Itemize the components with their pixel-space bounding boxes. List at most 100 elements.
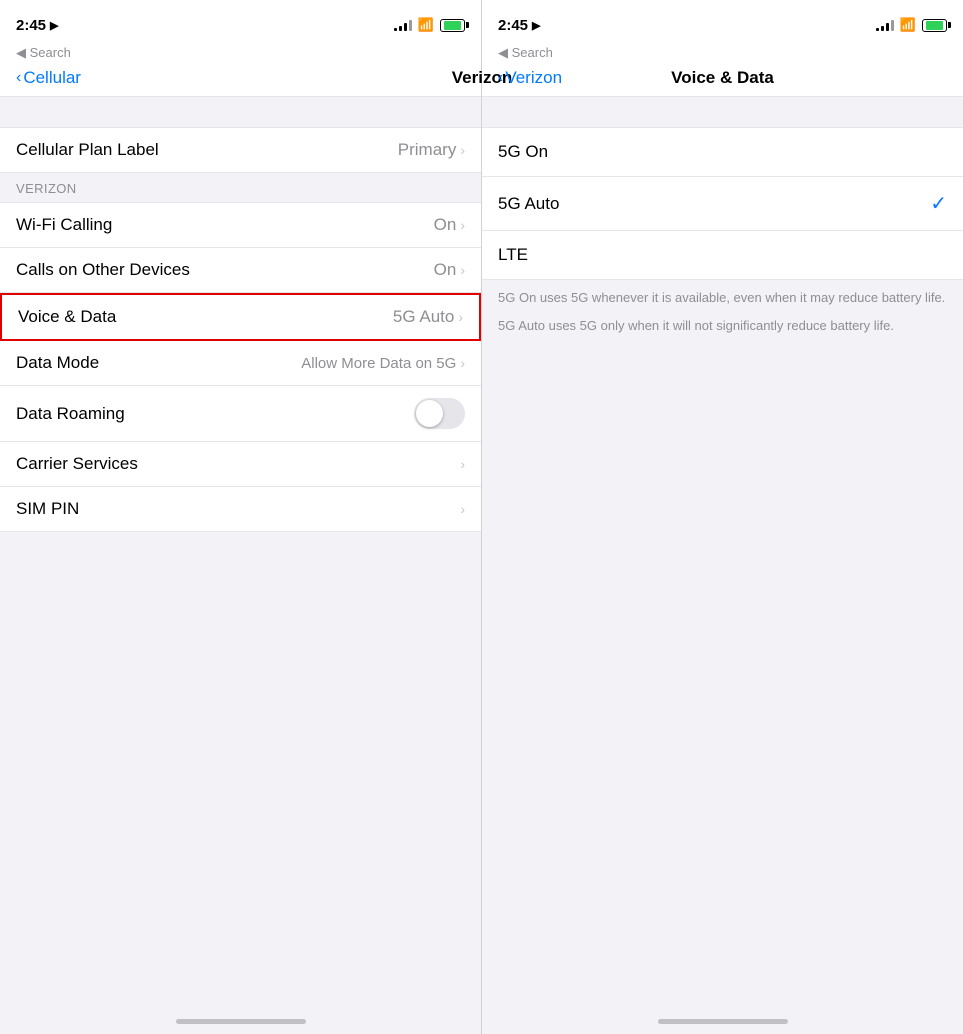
wifi-icon-left: 📶	[418, 17, 434, 33]
carrier-services-chevron: ›	[460, 456, 465, 472]
carrier-services-item[interactable]: Carrier Services ›	[0, 442, 481, 487]
top-spacer-left	[0, 97, 481, 127]
description-block: 5G On uses 5G whenever it is available, …	[482, 280, 963, 347]
5g-auto-description: 5G Auto uses 5G only when it will not si…	[498, 316, 947, 336]
cellular-plan-right: Primary ›	[398, 140, 465, 160]
signal-bar-r4	[891, 20, 894, 31]
wifi-icon-right: 📶	[900, 17, 916, 33]
5g-auto-option[interactable]: 5G Auto ✓	[482, 177, 963, 231]
data-roaming-toggle[interactable]	[414, 398, 465, 429]
battery-fill-right	[926, 21, 943, 30]
clock-left: 2:45	[16, 17, 46, 34]
calls-other-devices-item[interactable]: Calls on Other Devices On ›	[0, 248, 481, 293]
time-left: 2:45 ▶	[16, 17, 59, 34]
lte-option[interactable]: LTE	[482, 231, 963, 279]
wifi-calling-right: On ›	[434, 215, 465, 235]
home-bar-right	[658, 1019, 788, 1024]
data-mode-label: Data Mode	[16, 353, 99, 373]
carrier-services-right: ›	[460, 456, 465, 472]
5g-auto-checkmark: ✓	[930, 191, 947, 216]
status-bar-right: 2:45 ▶ 📶	[482, 0, 963, 44]
nav-bar-left: ‹ Cellular Verizon	[0, 66, 481, 97]
signal-bars-right	[876, 19, 894, 31]
toggle-knob	[416, 400, 443, 427]
search-hint-right: ◀ Search	[498, 45, 553, 60]
home-indicator-left	[0, 999, 481, 1034]
voice-data-label: Voice & Data	[18, 307, 116, 327]
wifi-calling-chevron: ›	[460, 217, 465, 233]
back-chevron-right: ‹	[498, 69, 503, 87]
location-icon-right: ▶	[532, 19, 540, 32]
battery-icon-right	[922, 19, 947, 32]
5g-on-label: 5G On	[498, 142, 548, 162]
cellular-plan-value: Primary	[398, 140, 457, 160]
home-indicator-right	[482, 999, 963, 1034]
wifi-calling-value: On	[434, 215, 457, 235]
status-bar-left: 2:45 ▶ 📶	[0, 0, 481, 44]
verizon-section-header: VERIZON	[0, 173, 481, 202]
signal-bar-r1	[876, 28, 879, 31]
data-mode-value: Allow More Data on 5G	[301, 355, 456, 372]
data-roaming-label: Data Roaming	[16, 404, 125, 424]
verizon-items-list: Wi-Fi Calling On › Calls on Other Device…	[0, 202, 481, 532]
voice-data-options: 5G On 5G Auto ✓ LTE	[482, 127, 963, 280]
voice-data-item[interactable]: Voice & Data 5G Auto ›	[0, 293, 481, 341]
carrier-services-label: Carrier Services	[16, 454, 138, 474]
signal-bar-4	[409, 20, 412, 31]
calls-other-value: On	[434, 260, 457, 280]
battery-icon-left	[440, 19, 465, 32]
5g-auto-label: 5G Auto	[498, 194, 559, 214]
right-screen: 2:45 ▶ 📶 ◀ Search ‹ Verizon	[482, 0, 964, 1034]
cellular-plan-section: Cellular Plan Label Primary ›	[0, 127, 481, 173]
signal-bar-r3	[886, 23, 889, 31]
signal-bar-2	[399, 26, 402, 31]
lte-label: LTE	[498, 245, 528, 265]
signal-bar-r2	[881, 26, 884, 31]
data-mode-chevron: ›	[460, 355, 465, 371]
battery-fill-left	[444, 21, 461, 30]
back-label-left: Cellular	[23, 68, 81, 88]
time-right: 2:45 ▶	[498, 17, 541, 34]
calls-other-label: Calls on Other Devices	[16, 260, 190, 280]
home-bar-left	[176, 1019, 306, 1024]
back-label-right: Verizon	[505, 68, 562, 88]
left-screen: 2:45 ▶ 📶 ◀ Search ‹ Cellular	[0, 0, 482, 1034]
nav-bar-right: ‹ Verizon Voice & Data	[482, 66, 963, 97]
top-spacer-right	[482, 97, 963, 127]
voice-data-chevron: ›	[458, 309, 463, 325]
sim-pin-label: SIM PIN	[16, 499, 79, 519]
data-mode-item[interactable]: Data Mode Allow More Data on 5G ›	[0, 341, 481, 386]
data-roaming-item[interactable]: Data Roaming	[0, 386, 481, 442]
search-back-right: ◀ Search	[482, 44, 963, 66]
back-button-right[interactable]: ‹ Verizon	[498, 68, 562, 88]
wifi-calling-label: Wi-Fi Calling	[16, 215, 112, 235]
sim-pin-chevron: ›	[460, 501, 465, 517]
status-icons-right: 📶	[876, 17, 947, 33]
wifi-calling-item[interactable]: Wi-Fi Calling On ›	[0, 203, 481, 248]
sim-pin-right: ›	[460, 501, 465, 517]
location-icon-left: ▶	[50, 19, 58, 32]
calls-other-right: On ›	[434, 260, 465, 280]
signal-bars-left	[394, 19, 412, 31]
clock-right: 2:45	[498, 17, 528, 34]
signal-bar-3	[404, 23, 407, 31]
back-chevron-left: ‹	[16, 69, 21, 87]
voice-data-value: 5G Auto	[393, 307, 454, 327]
5g-on-description: 5G On uses 5G whenever it is available, …	[498, 288, 947, 308]
back-button-left[interactable]: ‹ Cellular	[16, 68, 81, 88]
calls-other-chevron: ›	[460, 262, 465, 278]
data-mode-right: Allow More Data on 5G ›	[301, 355, 465, 372]
sim-pin-item[interactable]: SIM PIN ›	[0, 487, 481, 531]
search-hint-left: ◀ Search	[16, 45, 71, 60]
status-icons-left: 📶	[394, 17, 465, 33]
cellular-plan-item[interactable]: Cellular Plan Label Primary ›	[0, 128, 481, 172]
cellular-plan-label: Cellular Plan Label	[16, 140, 159, 160]
right-body-empty	[482, 347, 963, 999]
nav-title-right: Voice & Data	[671, 68, 774, 87]
signal-bar-1	[394, 28, 397, 31]
5g-on-option[interactable]: 5G On	[482, 128, 963, 177]
search-back-left: ◀ Search	[0, 44, 481, 66]
voice-data-right: 5G Auto ›	[393, 307, 463, 327]
cellular-plan-chevron: ›	[460, 142, 465, 158]
left-body-empty	[0, 532, 481, 999]
